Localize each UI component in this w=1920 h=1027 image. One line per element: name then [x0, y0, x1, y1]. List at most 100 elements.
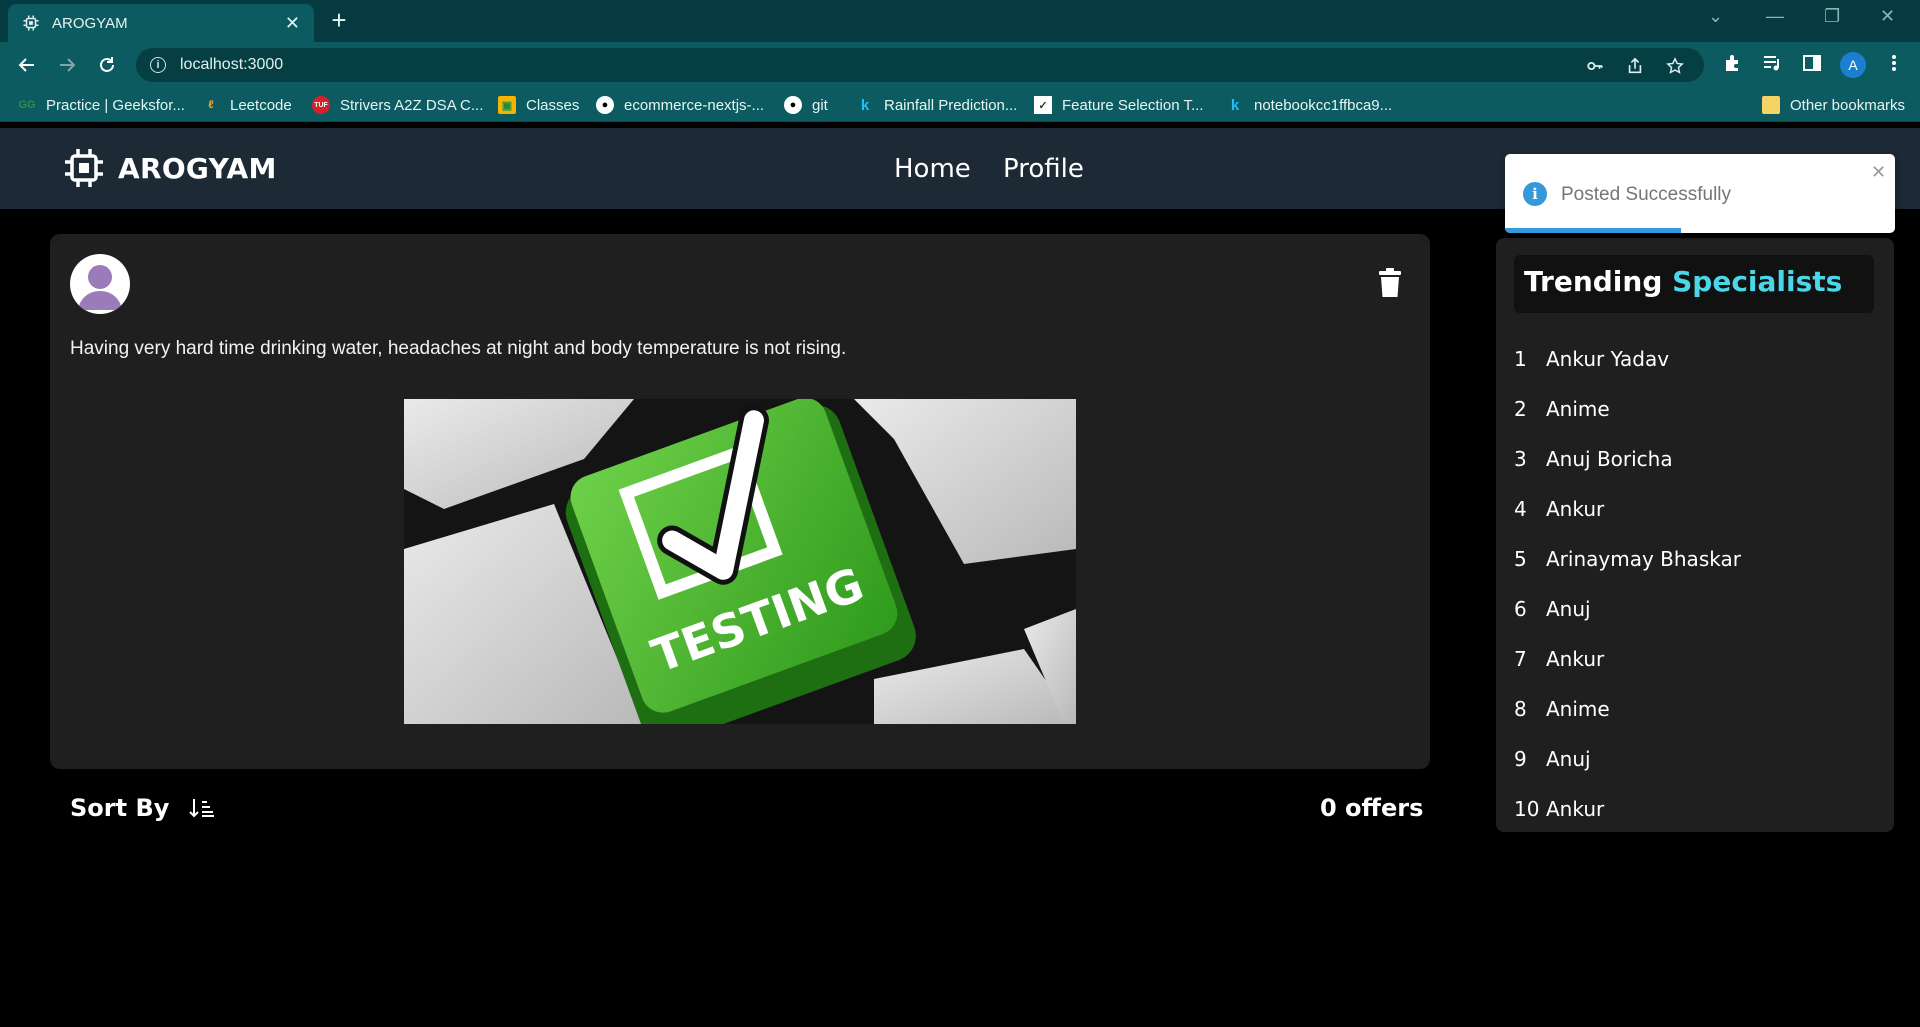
toast-progress-bar [1505, 228, 1681, 233]
trending-item[interactable]: 8 Anime [1514, 684, 1741, 734]
window-close-icon[interactable]: ✕ [1880, 6, 1895, 27]
browser-tabstrip: AROGYAM ✕ + ⌄ — ❐ ✕ [0, 0, 1920, 42]
url-text: localhost:3000 [180, 56, 284, 73]
sort-descending-icon[interactable] [189, 796, 215, 820]
nav-home-link[interactable]: Home [894, 154, 971, 184]
tuf-icon: TUF [312, 96, 330, 114]
tab-close-icon[interactable]: ✕ [285, 13, 300, 34]
sort-by-label: Sort By [70, 794, 170, 822]
trending-name: Anuj [1546, 747, 1591, 771]
leetcode-icon: ℓ [208, 99, 214, 111]
trending-item[interactable]: 7 Ankur [1514, 634, 1741, 684]
profile-avatar[interactable]: A [1840, 52, 1866, 78]
trending-rank: 4 [1514, 497, 1527, 521]
address-bar[interactable]: i localhost:3000 [136, 48, 1704, 82]
kebab-menu-icon[interactable] [1884, 53, 1904, 73]
trending-item[interactable]: 6 Anuj [1514, 584, 1741, 634]
trending-rank: 1 [1514, 347, 1527, 371]
bookmark-classes[interactable]: ▣ Classes [498, 95, 579, 115]
kaggle-icon: k [860, 96, 870, 114]
testing-key-illustration: TESTING [404, 399, 1076, 724]
trending-name: Anuj [1546, 597, 1591, 621]
trending-item[interactable]: 9 Anuj [1514, 734, 1741, 784]
trending-name: Arinaymay Bhaskar [1546, 547, 1741, 571]
info-icon: i [1523, 182, 1547, 206]
post-image[interactable]: TESTING [404, 399, 1076, 724]
bookmark-geeksforgeeks[interactable]: GG Practice | Geeksfor... [18, 95, 185, 115]
user-avatar[interactable] [70, 254, 130, 314]
key-icon[interactable] [1586, 57, 1604, 75]
trending-rank: 8 [1514, 697, 1527, 721]
back-icon[interactable] [14, 52, 40, 78]
sort-by-control[interactable]: Sort By [70, 794, 215, 822]
classroom-icon: ▣ [498, 96, 516, 114]
trending-name: Ankur [1546, 497, 1605, 521]
bookmark-rainfall[interactable]: k Rainfall Prediction... [856, 95, 1018, 115]
bookmark-ecommerce[interactable]: ● ecommerce-nextjs-... [596, 95, 764, 115]
star-icon[interactable] [1666, 57, 1684, 75]
gfg-icon: GG [18, 99, 36, 111]
trending-item[interactable]: 1 Ankur Yadav [1514, 334, 1741, 384]
new-tab-icon[interactable]: + [326, 7, 352, 34]
media-control-icon[interactable] [1762, 53, 1782, 73]
tab-search-icon[interactable]: ⌄ [1708, 6, 1723, 27]
bookmark-notebook[interactable]: k notebookcc1ffbca9... [1226, 95, 1392, 115]
trending-item[interactable]: 4 Ankur [1514, 484, 1741, 534]
trending-specialists-panel: Trending Specialists 1 Ankur Yadav 2 Anime 3… [1496, 238, 1894, 832]
bookmark-strivers[interactable]: TUF Strivers A2Z DSA C... [312, 95, 483, 115]
github-icon: ● [784, 96, 802, 114]
trending-rank: 6 [1514, 597, 1527, 621]
toast-message: Posted Successfully [1561, 184, 1732, 205]
chip-icon [65, 149, 103, 187]
trending-name: Ankur Yadav [1546, 347, 1670, 371]
folder-icon [1762, 96, 1780, 114]
chart-icon: ✓ [1034, 96, 1052, 114]
brand-name: AROGYAM [118, 151, 277, 185]
trending-rank: 2 [1514, 397, 1527, 421]
trending-rank: 7 [1514, 647, 1527, 671]
site-info-icon[interactable]: i [150, 57, 166, 73]
post-card: Having very hard time drinking water, he… [50, 234, 1430, 769]
bookmarks-bar: GG Practice | Geeksfor... ℓ Leetcode TUF… [0, 88, 1920, 122]
trending-name: Anuj Boricha [1546, 447, 1673, 471]
toast-notification: i Posted Successfully ✕ [1505, 154, 1895, 233]
nav-profile-link[interactable]: Profile [1003, 154, 1084, 184]
bookmark-leetcode[interactable]: ℓ Leetcode [202, 95, 291, 115]
toast-close-icon[interactable]: ✕ [1871, 162, 1886, 183]
trending-rank: 9 [1514, 747, 1527, 771]
side-panel-icon[interactable] [1802, 53, 1822, 73]
trending-name: Ankur [1546, 797, 1605, 821]
delete-post-icon[interactable] [1378, 268, 1402, 298]
restore-icon[interactable]: ❐ [1824, 6, 1840, 27]
trending-list: 1 Ankur Yadav 2 Anime 3 Anuj Boricha 4 Ankur 5 Ar… [1514, 334, 1741, 834]
trending-name: Ankur [1546, 647, 1605, 671]
kaggle-icon: k [1230, 96, 1240, 114]
trending-rank: 10 [1514, 797, 1540, 821]
bookmark-other[interactable]: Other bookmarks [1762, 95, 1905, 115]
trending-item[interactable]: 2 Anime [1514, 384, 1741, 434]
bookmark-git[interactable]: ● git [784, 95, 828, 115]
minimize-icon[interactable]: — [1766, 6, 1784, 27]
share-icon[interactable] [1626, 57, 1644, 75]
brand-logo[interactable]: AROGYAM [62, 146, 277, 190]
forward-icon[interactable] [54, 52, 80, 78]
trending-name: Anime [1546, 697, 1610, 721]
github-icon: ● [596, 96, 614, 114]
browser-toolbar: i localhost:3000 [0, 42, 1920, 88]
chip-icon [23, 15, 39, 31]
trending-item[interactable]: 5 Arinaymay Bhaskar [1514, 534, 1741, 584]
offers-count: 0 offers [1320, 794, 1424, 822]
post-text: Having very hard time drinking water, he… [70, 338, 847, 359]
trending-item[interactable]: 10 Ankur [1514, 784, 1741, 834]
extensions-icon[interactable] [1722, 53, 1742, 73]
tab-title: AROGYAM [52, 14, 128, 32]
browser-tab[interactable]: AROGYAM ✕ [8, 4, 314, 42]
user-placeholder-icon [78, 265, 122, 310]
trending-rank: 5 [1514, 547, 1527, 571]
trending-rank: 3 [1514, 447, 1527, 471]
bookmark-feature-selection[interactable]: ✓ Feature Selection T... [1034, 95, 1203, 115]
trending-item[interactable]: 3 Anuj Boricha [1514, 434, 1741, 484]
trending-title: Trending Specialists [1514, 255, 1874, 313]
reload-icon[interactable] [94, 52, 120, 78]
trending-name: Anime [1546, 397, 1610, 421]
